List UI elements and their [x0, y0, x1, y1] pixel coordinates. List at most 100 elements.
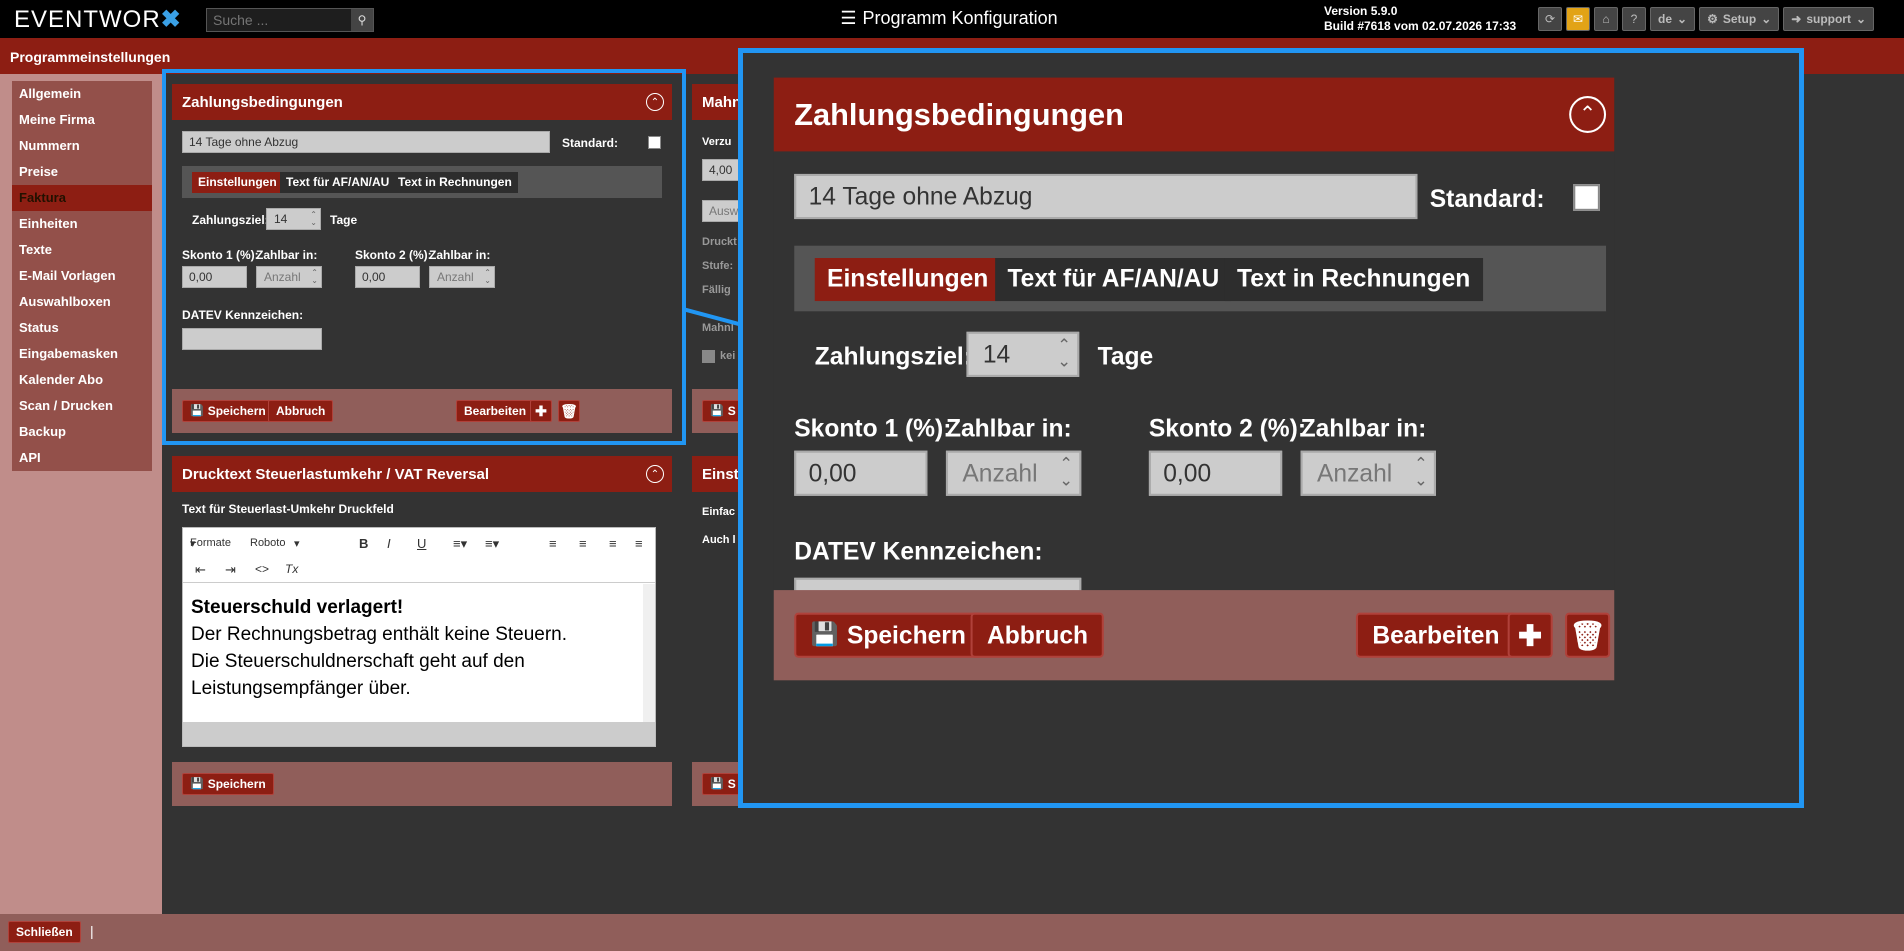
zahlungsziel-stepper[interactable]: 14 ⌃ ⌄	[966, 331, 1080, 377]
sidebar-item-nummern[interactable]: Nummern	[12, 133, 152, 159]
tab-text-rechnungen[interactable]: Text in Rechnungen	[1224, 258, 1483, 302]
kei-checkbox[interactable]	[702, 350, 715, 363]
panel-title: Zahlungsbedingungen	[794, 98, 1124, 133]
chevron-down-icon: ⌄	[1761, 12, 1772, 26]
datev-label: DATEV Kennzeichen:	[794, 536, 1043, 566]
setup-dropdown[interactable]: ⚙ Setup ⌄	[1699, 7, 1780, 31]
align-justify-icon[interactable]: ≡	[635, 536, 643, 551]
save-button[interactable]: 💾 Speichern	[794, 612, 983, 658]
verzug-label: Verzu	[702, 136, 732, 148]
zahlbar1-stepper[interactable]: Anzahl ⌃ ⌄	[945, 450, 1082, 496]
skonto1-input[interactable]: 0,00	[794, 450, 928, 496]
underline-icon[interactable]: U	[417, 536, 426, 551]
help-button[interactable]: ?	[1622, 7, 1646, 31]
edit-button[interactable]: Bearbeiten	[1355, 612, 1516, 658]
bottom-bar: Schließen |	[0, 914, 1904, 951]
sidebar-item-preise[interactable]: Preise	[12, 159, 152, 185]
floppy-icon: 💾	[810, 622, 839, 648]
numbered-list-icon[interactable]: ≡▾	[485, 536, 499, 552]
list-icon: ☰	[840, 8, 857, 28]
cancel-button[interactable]: Abbruch	[970, 612, 1105, 658]
align-right-icon[interactable]: ≡	[609, 536, 617, 551]
vat-reversal-panel: Drucktext Steuerlastumkehr / VAT Reversa…	[172, 456, 672, 806]
floppy-icon: 💾	[710, 405, 724, 417]
section-title: Programmeinstellungen	[10, 49, 171, 65]
language-dropdown[interactable]: de ⌄	[1650, 7, 1696, 31]
skonto2-label: Skonto 2 (%):	[1148, 413, 1307, 443]
sidebar-item-allgemein[interactable]: Allgemein	[12, 81, 152, 107]
panel-footer: 💾 Speichern	[172, 762, 672, 806]
payment-name-input[interactable]: 14 Tage ohne Abzug	[794, 173, 1418, 220]
refresh-icon[interactable]: ⟳	[1538, 7, 1562, 31]
highlight-frame	[162, 69, 686, 445]
trash-icon[interactable]: 🗑	[1565, 612, 1611, 658]
zoom-content: Zahlungsbedingungen ⌃ 14 Tage ohne Abzug…	[743, 53, 1615, 681]
align-center-icon[interactable]: ≡	[579, 536, 587, 551]
payment-terms-panel-zoomed: Zahlungsbedingungen ⌃ 14 Tage ohne Abzug…	[773, 77, 1615, 681]
logout-icon: ➜	[1791, 12, 1802, 26]
sidebar-item-scan-drucken[interactable]: Scan / Drucken	[12, 393, 152, 419]
collapse-icon[interactable]: ⌃	[646, 465, 664, 483]
outdent-icon[interactable]: ⇤	[195, 562, 206, 578]
sidebar-item-kalender-abo[interactable]: Kalender Abo	[12, 367, 152, 393]
clear-format-icon[interactable]: Tx	[285, 562, 298, 576]
tage-label: Tage	[1097, 342, 1154, 371]
font-dropdown[interactable]: Roboto ▾	[250, 537, 300, 550]
zoom-callout: Zahlungsbedingungen ⌃ 14 Tage ohne Abzug…	[738, 48, 1804, 808]
zahlbar1-label: Zahlbar in:	[945, 413, 1072, 443]
editor-toolbar: Formate ▾ Roboto ▾ B I U ≡▾ ≡▾ ≡ ≡ ≡ ≡ ⇤ …	[183, 528, 655, 583]
floppy-icon: 💾	[190, 778, 204, 790]
chevron-down-icon: ⌄	[1677, 12, 1688, 26]
indent-icon[interactable]: ⇥	[225, 562, 236, 578]
zahlungsziel-label: Zahlungsziel:	[814, 342, 972, 371]
sidebar-item-meine-firma[interactable]: Meine Firma	[12, 107, 152, 133]
sidebar-item-eingabemasken[interactable]: Eingabemasken	[12, 341, 152, 367]
panel-header: Zahlungsbedingungen ⌃	[773, 77, 1615, 152]
sidebar-item-auswahlboxen[interactable]: Auswahlboxen	[12, 289, 152, 315]
close-button[interactable]: Schließen	[8, 921, 81, 943]
sidebar-nav: Allgemein Meine Firma Nummern Preise Fak…	[12, 81, 152, 471]
tab-text-af-an-au[interactable]: Text für AF/AN/AU	[995, 258, 1232, 302]
bullet-list-icon[interactable]: ≡▾	[453, 536, 467, 552]
user-dropdown[interactable]: ➜ support ⌄	[1783, 7, 1875, 31]
version-number: Version 5.9.0	[1324, 4, 1398, 18]
panel-header: Drucktext Steuerlastumkehr / VAT Reversa…	[172, 456, 672, 492]
sidebar-item-email-vorlagen[interactable]: E-Mail Vorlagen	[12, 263, 152, 289]
zahlbar2-label: Zahlbar in:	[1300, 413, 1427, 443]
panel-title: Drucktext Steuerlastumkehr / VAT Reversa…	[182, 466, 490, 483]
save-button[interactable]: 💾 Speichern	[182, 773, 274, 795]
mail-icon[interactable]: ✉	[1566, 7, 1590, 31]
format-dropdown[interactable]: Formate ▾	[190, 537, 231, 550]
rich-text-editor: Formate ▾ Roboto ▾ B I U ≡▾ ≡▾ ≡ ≡ ≡ ≡ ⇤ …	[182, 527, 656, 747]
sidebar-item-einheiten[interactable]: Einheiten	[12, 211, 152, 237]
zahlbar2-stepper[interactable]: Anzahl ⌃ ⌄	[1300, 450, 1436, 496]
sidebar-item-faktura[interactable]: Faktura	[12, 185, 152, 211]
stepper-arrows-icon[interactable]: ⌃ ⌄	[1057, 337, 1071, 371]
editor-scrollbar[interactable]	[643, 584, 655, 724]
sidebar-item-texte[interactable]: Texte	[12, 237, 152, 263]
bold-icon[interactable]: B	[359, 536, 368, 551]
sidebar: Allgemein Meine Firma Nummern Preise Fak…	[0, 74, 162, 914]
skonto2-input[interactable]: 0,00	[1148, 450, 1283, 496]
standard-checkbox[interactable]	[1573, 184, 1600, 211]
top-bar: EVENTWOR✖ ⚲ ☰Programm Konfiguration Vers…	[0, 0, 1904, 38]
editor-content[interactable]: Steuerschuld verlagert! Der Rechnungsbet…	[191, 594, 631, 702]
tab-einstellungen[interactable]: Einstellungen	[814, 258, 1001, 302]
sidebar-item-backup[interactable]: Backup	[12, 419, 152, 445]
skonto1-label: Skonto 1 (%):	[794, 413, 952, 443]
standard-label: Standard:	[1429, 184, 1545, 213]
home-icon[interactable]: ⌂	[1594, 7, 1618, 31]
build-info: Build #7618 vom 02.07.2026 17:33	[1324, 19, 1517, 33]
stepper-arrows-icon[interactable]: ⌃ ⌄	[1059, 456, 1073, 490]
panel-footer: 💾 Speichern Abbruch Bearbeiten ✚ 🗑	[773, 590, 1615, 681]
floppy-icon: 💾	[710, 778, 724, 790]
code-icon[interactable]: <>	[255, 562, 269, 576]
align-left-icon[interactable]: ≡	[549, 536, 557, 551]
stepper-arrows-icon[interactable]: ⌃ ⌄	[1414, 456, 1428, 490]
collapse-icon[interactable]: ⌃	[1569, 96, 1607, 133]
italic-icon[interactable]: I	[387, 536, 391, 551]
sidebar-item-api[interactable]: API	[12, 445, 152, 471]
add-icon[interactable]: ✚	[1507, 612, 1553, 658]
gear-icon: ⚙	[1707, 12, 1718, 26]
sidebar-item-status[interactable]: Status	[12, 315, 152, 341]
